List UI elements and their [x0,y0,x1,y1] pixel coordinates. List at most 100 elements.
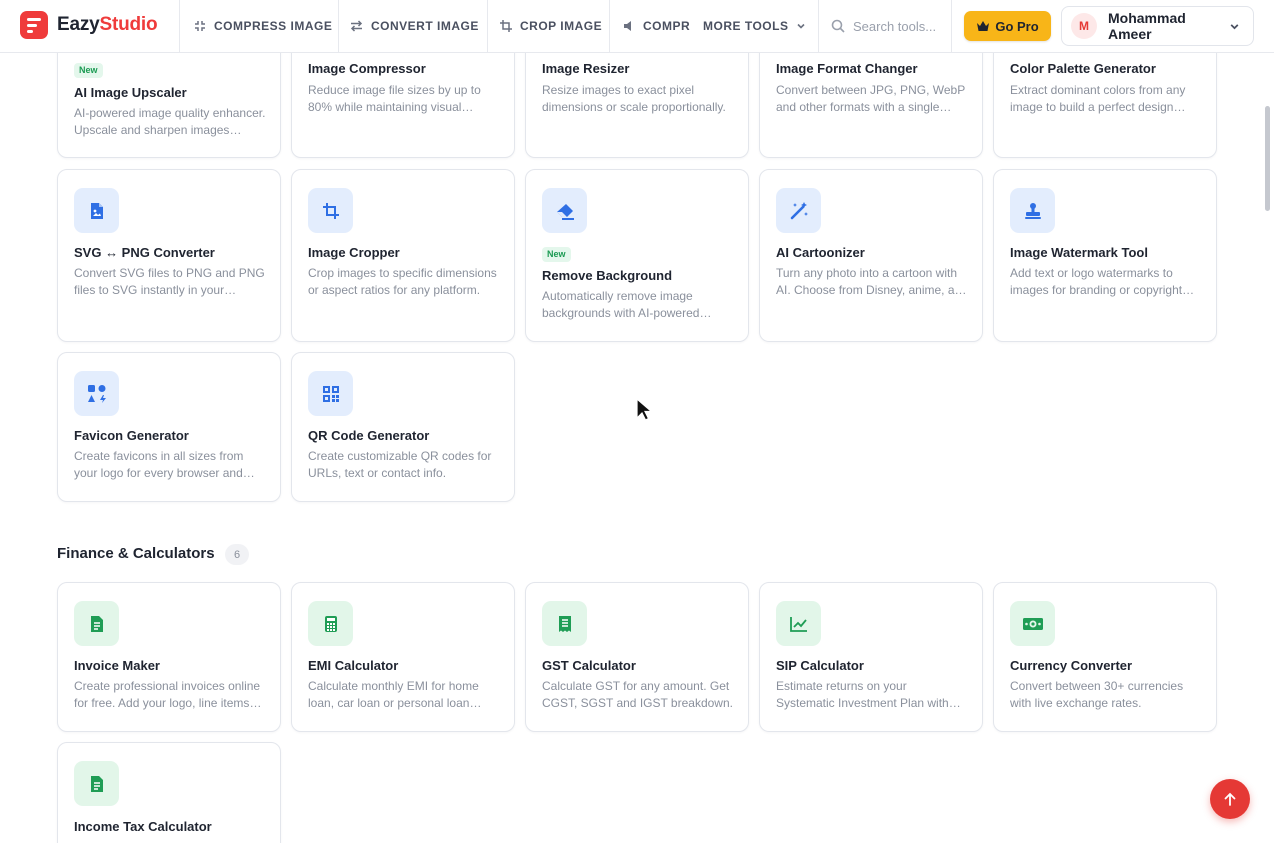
tool-card-title: AI Image Upscaler [74,85,187,100]
mouse-cursor-icon [636,398,652,421]
tool-card-description: Convert between 30+ currencies with live… [1010,679,1184,710]
tool-card-description: Convert between JPG, PNG, WebP and other… [776,83,965,114]
tool-card-description: Extract dominant colors from any image t… [1010,83,1186,114]
more-tools-dropdown[interactable]: MORE TOOLS [703,0,806,52]
page-scrollbar-thumb[interactable] [1265,106,1270,211]
logo-text-studio: Studio [99,14,158,35]
section-title-finance: Finance & Calculators [57,545,215,562]
top-navigation-bar: EazyStudio COMPRESS IMAGE CONVERT IMAGE … [0,0,1274,53]
tool-card-title: Image Watermark Tool [1010,245,1148,260]
go-pro-button[interactable]: Go Pro [964,11,1051,41]
tool-card-description: Calculate monthly EMI for home loan, car… [308,679,479,710]
nav-crop-image-label: CROP IMAGE [520,19,603,33]
chevron-down-icon [797,23,806,29]
user-menu[interactable]: M Mohammad Ameer [1061,6,1254,46]
tool-card-title: GST Calculator [542,658,636,673]
nav-divider [487,0,488,52]
nav-divider [818,0,819,52]
tool-card-title: Image Cropper [308,245,400,260]
tool-card-description: Convert SVG files to PNG and PNG files t… [74,266,265,297]
nav-compress-audio[interactable]: COMPR [623,0,691,52]
tool-card-title: Currency Converter [1010,658,1133,673]
tool-card-remove-background[interactable]: New Remove Background Automatically remo… [525,169,749,342]
calculator-icon [308,601,353,646]
tool-card-sip-calculator[interactable]: SIP Calculator Estimate returns on your … [759,582,983,732]
crop-icon [500,20,512,32]
tool-card-description: Resize images to exact pixel dimensions … [542,83,726,114]
tool-card-title: Favicon Generator [74,428,189,443]
tool-card-title: Income Tax Calculator [74,819,212,834]
tool-card-title: EMI Calculator [308,658,399,673]
go-pro-label: Go Pro [995,18,1039,34]
search-icon [831,19,845,33]
qr-code-icon [308,371,353,416]
nav-compress-audio-label: COMPR [643,19,691,33]
nav-crop-image[interactable]: CROP IMAGE [500,0,602,52]
tool-card-emi-calculator[interactable]: EMI Calculator Calculate monthly EMI for… [291,582,515,732]
new-badge: New [74,63,103,78]
convert-arrows-icon [350,20,363,32]
tool-card-title: SIP Calculator [776,658,864,673]
tool-card-title: AI Cartoonizer [776,245,865,260]
avatar: M [1071,13,1097,39]
tool-card-title: Image Resizer [542,61,630,76]
section-count-badge: 6 [225,544,249,565]
tool-card-description: Create customizable QR codes for URLs, t… [308,449,492,480]
scroll-to-top-button[interactable] [1210,779,1250,819]
tool-card-description: Estimate returns on your Systematic Inve… [776,679,949,710]
eraser-icon [542,188,587,233]
tool-card-description: Turn any photo into a cartoon with AI. C… [776,266,968,297]
audio-icon [624,21,631,31]
chevron-down-icon [1230,23,1239,29]
new-badge: New [542,247,571,262]
tool-card-description: Create professional invoices online for … [74,679,261,710]
tool-card-description: Add text or logo watermarks to images fo… [1010,266,1183,297]
logo-mark-icon [20,11,48,39]
tool-card-title: Invoice Maker [74,658,160,673]
search-box[interactable] [831,14,943,38]
tool-card-income-tax-calculator[interactable]: Income Tax Calculator [57,742,281,843]
eazystudio-logo[interactable]: EazyStudio [20,11,158,39]
user-name: Mohammad Ameer [1108,10,1186,42]
tool-card-title: Image Compressor [308,61,426,76]
nav-divider [179,0,180,52]
file-image-icon [74,188,119,233]
stamp-icon [1010,188,1055,233]
tool-card-title: SVG ↔ PNG Converter [74,245,215,260]
nav-divider [951,0,952,52]
tool-card-favicon-generator[interactable]: Favicon Generator Create favicons in all… [57,352,281,502]
arrow-up-icon [1224,792,1236,806]
crown-icon [977,21,990,31]
tool-card-description: Calculate GST for any amount. Get CGST, … [542,679,733,710]
compress-icon [195,21,205,31]
nav-compress-image[interactable]: COMPRESS IMAGE [194,0,332,52]
tool-card-invoice-maker[interactable]: Invoice Maker Create professional invoic… [57,582,281,732]
invoice-icon [74,601,119,646]
chart-line-icon [776,601,821,646]
tool-card-description: AI-powered image quality enhancer. Upsca… [74,106,266,137]
tool-card-title: QR Code Generator [308,428,430,443]
tool-card-qr-code-generator[interactable]: QR Code Generator Create customizable QR… [291,352,515,502]
tool-card-image-watermark-tool[interactable]: Image Watermark Tool Add text or logo wa… [993,169,1217,342]
money-bill-icon [1010,601,1055,646]
tool-card-title: Color Palette Generator [1010,61,1156,76]
tool-card-currency-converter[interactable]: Currency Converter Convert between 30+ c… [993,582,1217,732]
magic-wand-icon [776,188,821,233]
tool-card-gst-calculator[interactable]: GST Calculator Calculate GST for any amo… [525,582,749,732]
tool-card-title: Image Format Changer [776,61,918,76]
tool-card-description: Create favicons in all sizes from your l… [74,449,244,480]
logo-text-eazy: Eazy [57,14,100,35]
invoice-icon [74,761,119,806]
crop-icon [308,188,353,233]
favicon-shapes-icon [74,371,119,416]
tool-card-description: Automatically remove image backgrounds w… [542,289,700,320]
tool-card-ai-cartoonizer[interactable]: AI Cartoonizer Turn any photo into a car… [759,169,983,342]
tool-card-svg-png-converter[interactable]: SVG ↔ PNG Converter Convert SVG files to… [57,169,281,342]
receipt-icon [542,601,587,646]
nav-divider [609,0,610,52]
tool-card-image-cropper[interactable]: Image Cropper Crop images to specific di… [291,169,515,342]
search-input[interactable] [853,18,943,34]
tool-card-description: Crop images to specific dimensions or as… [308,266,497,297]
tool-card-title: Remove Background [542,268,673,283]
nav-convert-image[interactable]: CONVERT IMAGE [350,0,479,52]
